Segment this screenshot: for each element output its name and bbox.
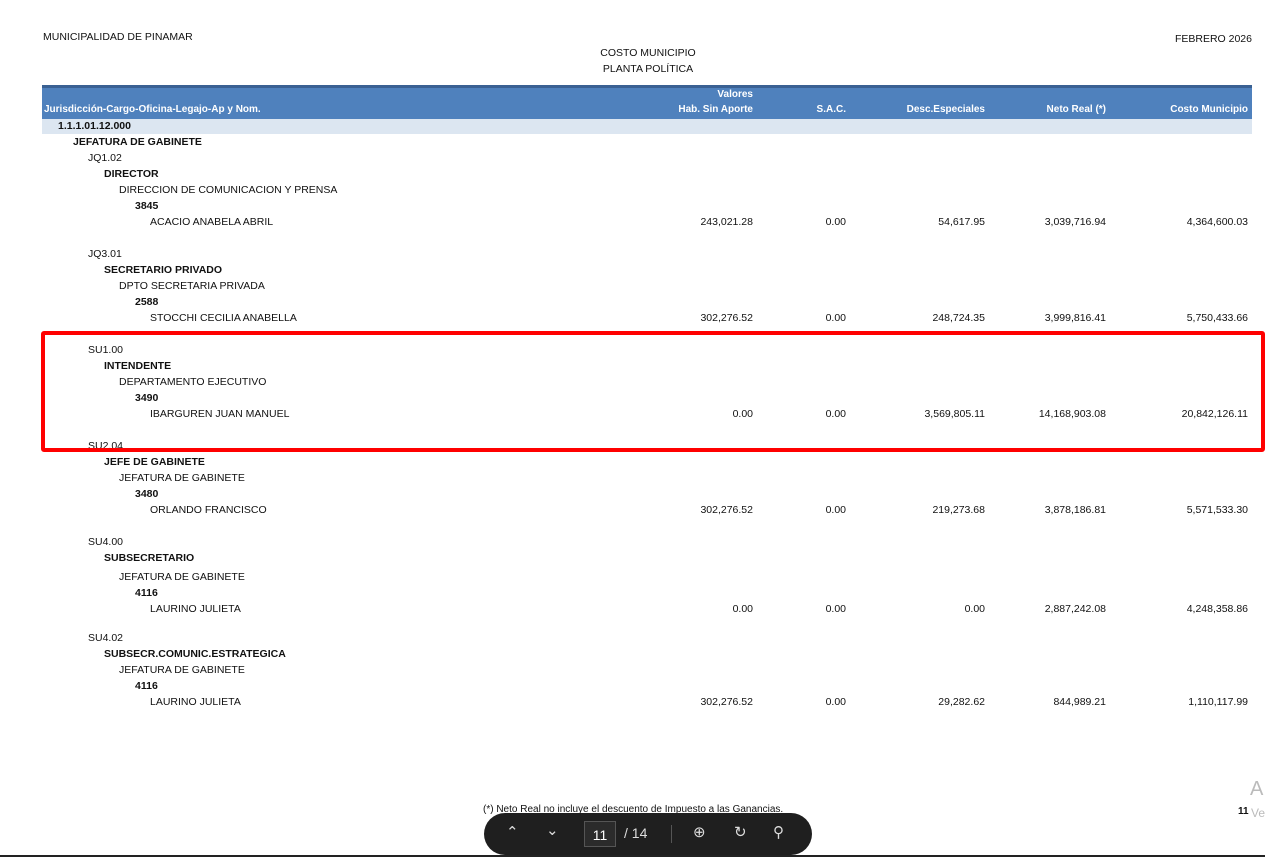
office-name: JEFATURA DE GABINETE [119, 664, 245, 676]
report-period: FEBRERO 2026 [1174, 33, 1252, 45]
value-neto: 2,887,242.08 [1044, 603, 1106, 615]
highlight-box [41, 331, 1265, 452]
report-subtitle: PLANTA POLÍTICA [602, 63, 694, 75]
jurisdiction-name: JEFATURA DE GABINETE [73, 136, 202, 148]
value-desc: 54,617.95 [938, 216, 985, 228]
position-code: SU4.02 [88, 632, 124, 644]
cargo-name: SECRETARIO PRIVADO [104, 264, 223, 276]
office-name: DIRECCION DE COMUNICACION Y PRENSA [119, 184, 338, 196]
employee-name: LAURINO JULIETA [150, 696, 241, 708]
prev-page-button[interactable]: ⌃ [506, 823, 519, 841]
col-neto: Neto Real (*) [1046, 104, 1106, 115]
office-name: DPTO SECRETARIA PRIVADA [119, 280, 265, 292]
legajo-number: 2588 [135, 296, 159, 308]
col-desc-esp: Desc.Especiales [906, 104, 985, 115]
cargo-name: JEFE DE GABINETE [104, 456, 205, 468]
org-name: MUNICIPALIDAD DE PINAMAR [43, 31, 193, 43]
report-title: COSTO MUNICIPIO [600, 47, 696, 59]
office-name: JEFATURA DE GABINETE [119, 571, 245, 583]
page-input[interactable]: 11 [584, 821, 616, 847]
cargo-name: SUBSECR.COMUNIC.ESTRATEGICA [104, 648, 286, 660]
col-valores: Valores [717, 89, 753, 100]
legajo-number: 3480 [135, 488, 159, 500]
rotate-icon[interactable]: ↻ [734, 823, 747, 841]
employee-name: ORLANDO FRANCISCO [150, 504, 267, 516]
legajo-number: 4116 [135, 680, 158, 692]
next-page-button[interactable]: ⌄ [546, 821, 559, 839]
employee-name: LAURINO JULIETA [150, 603, 241, 615]
divider [671, 825, 672, 843]
col-desc: Jurisdicción-Cargo-Oficina-Legajo-Ap y N… [44, 104, 261, 115]
activation-watermark-sub: Ve [1251, 806, 1265, 820]
position-code: SU4.00 [88, 536, 124, 548]
value-costo: 5,750,433.66 [1186, 312, 1248, 324]
code-row: 1.1.1.01.12.000 [42, 119, 1252, 134]
jurisdiction-code: 1.1.1.01.12.000 [58, 120, 131, 132]
pdf-toolbar: ⌃ ⌄ 11 / 14 ⊕ ↻ ⚲ [484, 813, 812, 855]
value-desc: 0.00 [964, 603, 985, 615]
col-hab: Hab. Sin Aporte [678, 104, 753, 115]
employee-name: STOCCHI CECILIA ANABELLA [150, 312, 297, 324]
cargo-name: DIRECTOR [104, 168, 159, 180]
col-sac: S.A.C. [816, 104, 846, 115]
table-header: Jurisdicción-Cargo-Oficina-Legajo-Ap y N… [42, 85, 1252, 119]
value-sac: 0.00 [825, 504, 846, 516]
value-costo: 4,364,600.03 [1186, 216, 1248, 228]
position-code: JQ1.02 [88, 152, 122, 164]
employee-name: ACACIO ANABELA ABRIL [150, 216, 274, 228]
value-neto: 3,878,186.81 [1044, 504, 1106, 516]
value-costo: 4,248,358.86 [1186, 603, 1248, 615]
value-sac: 0.00 [825, 312, 846, 324]
value-sac: 0.00 [825, 696, 846, 708]
legajo-number: 4116 [135, 587, 158, 599]
zoom-in-icon[interactable]: ⊕ [693, 823, 706, 841]
value-desc: 248,724.35 [932, 312, 985, 324]
value-costo: 1,110,117.99 [1188, 696, 1248, 708]
search-icon[interactable]: ⚲ [773, 823, 784, 841]
value-neto: 3,039,716.94 [1044, 216, 1106, 228]
value-desc: 219,273.68 [932, 504, 985, 516]
page-total: / 14 [624, 825, 648, 841]
value-neto: 844,989.21 [1053, 696, 1106, 708]
position-code: JQ3.01 [88, 248, 122, 260]
value-sac: 0.00 [825, 216, 846, 228]
office-name: JEFATURA DE GABINETE [119, 472, 245, 484]
legajo-number: 3845 [135, 200, 159, 212]
page-number: 11 [1238, 806, 1249, 817]
value-sac: 0.00 [825, 603, 846, 615]
value-desc: 29,282.62 [938, 696, 985, 708]
value-costo: 5,571,533.30 [1186, 504, 1248, 516]
cargo-name: SUBSECRETARIO [104, 552, 195, 564]
activation-watermark: A [1250, 778, 1264, 800]
value-neto: 3,999,816.41 [1044, 312, 1106, 324]
col-costo: Costo Municipio [1170, 104, 1248, 115]
